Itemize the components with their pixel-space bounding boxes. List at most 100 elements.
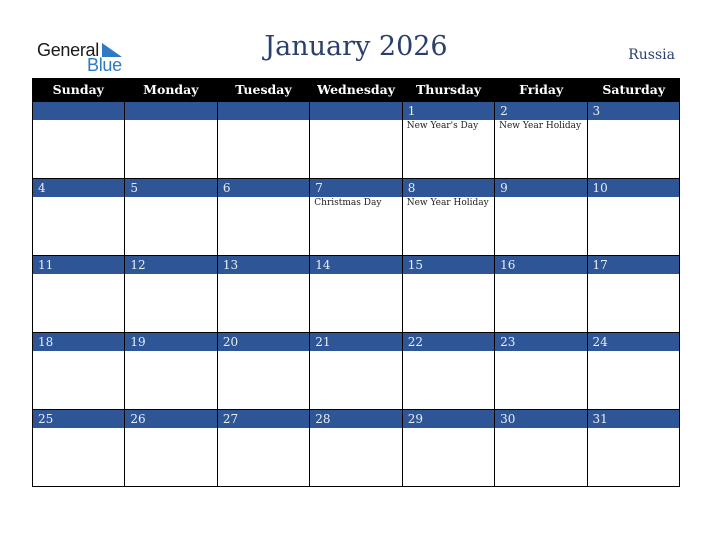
holiday-label [495, 197, 586, 198]
holiday-label [218, 428, 309, 429]
day-number: 20 [217, 333, 310, 351]
holiday-label [310, 120, 401, 121]
holiday-label [310, 428, 401, 429]
holiday-label [33, 197, 124, 198]
day-number [125, 102, 217, 120]
day-cell: 24 [587, 333, 680, 410]
holiday-label: New Year Holiday [499, 121, 582, 131]
week-row: 25 26 27 28 29 30 31 [32, 410, 680, 487]
holiday-label [33, 428, 124, 429]
day-cell [310, 102, 403, 179]
day-number: 15 [402, 256, 495, 274]
day-cell [125, 102, 218, 179]
day-number: 10 [587, 179, 679, 197]
day-cell: 2 New Year Holiday [495, 102, 588, 179]
day-cell: 17 [587, 256, 680, 333]
day-cell: 15 [402, 256, 496, 333]
holiday-label [218, 120, 309, 121]
holiday-label [125, 351, 216, 352]
holiday-label [403, 351, 494, 352]
weekday-friday: Friday [519, 82, 564, 97]
holiday-label: New Year's Day [406, 121, 479, 131]
day-cell: 1 New Year's Day [402, 102, 496, 179]
week-row: 11 12 13 14 15 16 17 [32, 256, 680, 333]
day-number: 6 [217, 179, 310, 197]
day-cell: 11 [33, 256, 126, 333]
day-cell: 30 [495, 410, 588, 487]
weekday-saturday: Saturday [602, 82, 666, 97]
day-cell: 5 [125, 179, 218, 256]
weekday-thursday: Thursday [415, 82, 482, 97]
day-number: 9 [495, 179, 587, 197]
day-cell [33, 102, 126, 179]
day-cell: 28 [310, 410, 403, 487]
week-row: 1 New Year's Day 2 New Year Holiday 3 [32, 102, 680, 179]
holiday-label [495, 428, 586, 429]
holiday-label [588, 197, 679, 198]
day-number: 28 [310, 410, 402, 428]
holiday-label [218, 351, 309, 352]
day-number: 24 [587, 333, 679, 351]
day-cell: 4 [33, 179, 126, 256]
day-number: 3 [587, 102, 679, 120]
day-number: 19 [125, 333, 217, 351]
day-number: 2 [495, 102, 587, 120]
holiday-label [403, 428, 494, 429]
day-number: 1 [402, 102, 495, 120]
day-cell: 25 [33, 410, 126, 487]
day-cell: 13 [217, 256, 311, 333]
day-cell: 29 [402, 410, 496, 487]
weekday-sunday: Sunday [52, 82, 104, 97]
holiday-label [125, 197, 216, 198]
day-cell: 26 [125, 410, 218, 487]
holiday-label [33, 120, 124, 121]
calendar-grid: Sunday Monday Tuesday Wednesday Thursday… [32, 78, 680, 487]
day-cell [217, 102, 311, 179]
holiday-label [218, 274, 309, 275]
holiday-label [125, 428, 216, 429]
day-cell: 22 [402, 333, 496, 410]
holiday-label [33, 274, 124, 275]
day-number: 29 [402, 410, 495, 428]
day-number: 8 [402, 179, 495, 197]
day-number [217, 102, 310, 120]
holiday-label [588, 274, 679, 275]
day-number: 31 [587, 410, 679, 428]
day-number: 16 [495, 256, 587, 274]
holiday-label: New Year Holiday [406, 198, 489, 208]
holiday-label [495, 351, 586, 352]
holiday-label [218, 197, 309, 198]
day-number [33, 102, 125, 120]
day-number: 5 [125, 179, 217, 197]
holiday-label [588, 428, 679, 429]
weekday-header: Sunday Monday Tuesday Wednesday Thursday… [32, 78, 680, 102]
country-label: Russia [628, 47, 675, 63]
day-number: 21 [310, 333, 402, 351]
holiday-label [310, 274, 401, 275]
day-number [310, 102, 402, 120]
day-number: 17 [587, 256, 679, 274]
day-number: 7 [310, 179, 402, 197]
weeks-container: 1 New Year's Day 2 New Year Holiday 3 4 5 6 7 Chr… [32, 102, 680, 487]
day-cell: 12 [125, 256, 218, 333]
day-cell: 6 [217, 179, 311, 256]
holiday-label [125, 120, 216, 121]
holiday-label: Christmas Day [314, 198, 382, 208]
day-number: 11 [33, 256, 125, 274]
calendar-title: January 2026 [264, 31, 448, 62]
day-cell: 14 [310, 256, 403, 333]
day-cell: 3 [587, 102, 680, 179]
day-number: 30 [495, 410, 587, 428]
day-cell: 10 [587, 179, 680, 256]
holiday-label [33, 351, 124, 352]
day-cell: 21 [310, 333, 403, 410]
weekday-wednesday: Wednesday [317, 82, 395, 97]
day-cell: 18 [33, 333, 126, 410]
day-cell: 16 [495, 256, 588, 333]
day-cell: 8 New Year Holiday [402, 179, 496, 256]
holiday-label [588, 351, 679, 352]
holiday-label [403, 274, 494, 275]
day-number: 23 [495, 333, 587, 351]
day-number: 27 [217, 410, 310, 428]
holiday-label [310, 351, 401, 352]
